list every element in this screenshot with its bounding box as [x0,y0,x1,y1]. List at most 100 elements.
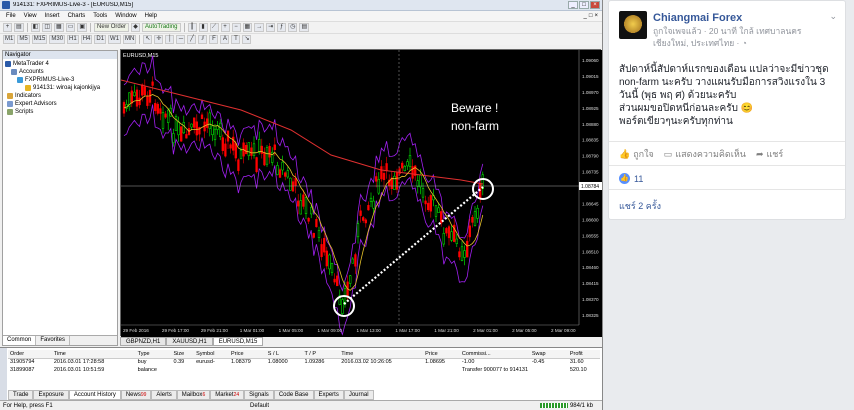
like-count[interactable]: 👍 11 [619,173,643,184]
table-header[interactable]: Time [339,350,424,359]
table-header[interactable]: Time [51,350,136,359]
nav-account[interactable]: 914131: wiroaj kajonkijya [5,84,115,92]
text-icon[interactable]: A [220,35,230,44]
terminal-tab[interactable]: Code Base [273,390,314,400]
trendline-icon[interactable]: ╱ [187,35,197,44]
chart-tab-gbpnzd[interactable]: GBPNZD,H1 [120,337,167,346]
chart-area[interactable]: EURUSD,M15 Beware ! non-farm 1.09060 1.09… [120,49,602,337]
horizontal-line-icon[interactable]: ─ [176,35,186,44]
nav-scripts[interactable]: Scripts [5,108,115,116]
terminal-tab[interactable]: Account History [68,390,121,400]
tile-icon[interactable]: ▦ [242,23,253,32]
table-header[interactable]: S / L [265,350,303,359]
menu-window[interactable]: Window [111,13,140,19]
menu-view[interactable]: View [20,13,41,19]
terminal-tab[interactable]: Signals [244,390,274,400]
timeframe-m5[interactable]: M5 [17,35,30,44]
post-meta-line2[interactable]: เชียงใหม่, ประเทศไทย · [653,38,742,48]
like-button[interactable]: 👍 ถูกใจ [619,147,654,161]
maximize-button[interactable]: □ [579,1,589,9]
price-chart[interactable]: EURUSD,M15 Beware ! non-farm 1.09060 1.09… [121,50,602,337]
table-header[interactable]: Price [228,350,266,359]
timeframe-mn[interactable]: MN [123,35,137,44]
nav-experts[interactable]: Expert Advisors [5,100,115,108]
new-chart-icon[interactable]: + [3,23,12,32]
nav-root[interactable]: MetaTrader 4 [5,60,115,68]
table-header[interactable]: T / P [302,350,340,359]
table-header[interactable]: Commissi... [459,350,530,359]
timeframe-h4[interactable]: H4 [80,35,93,44]
terminal-tab[interactable]: News99 [120,390,152,400]
terminal-tab[interactable]: Exposure [33,390,69,400]
table-header[interactable]: Price [423,350,460,359]
table-header[interactable]: Order [8,350,52,359]
terminal-tab[interactable]: Journal [343,390,374,400]
table-header[interactable]: Type [135,350,172,359]
table-header[interactable]: Profit [567,350,600,359]
fibonacci-icon[interactable]: F [209,35,219,44]
timeframe-d1[interactable]: D1 [94,35,107,44]
timeframe-w1[interactable]: W1 [108,35,122,44]
candle-chart-icon[interactable]: ▮ [198,23,208,32]
zoom-in-icon[interactable]: + [220,23,230,32]
cursor-icon[interactable]: ↖ [143,35,153,44]
nav-indicators[interactable]: Indicators [5,92,115,100]
terminal-tab[interactable]: Market24 [210,390,245,400]
terminal-icon[interactable]: ▭ [65,23,76,32]
menu-file[interactable]: File [2,13,20,19]
table-header[interactable]: Symbol [194,350,229,359]
new-order-button[interactable]: New Order [94,23,130,32]
minimize-button[interactable]: _ [568,1,578,9]
vertical-line-icon[interactable]: │ [165,35,175,44]
page-name[interactable]: Chiangmai Forex [653,11,802,25]
templates-icon[interactable]: ▤ [299,23,310,32]
nav-tab-favorites[interactable]: Favorites [36,336,71,345]
market-watch-icon[interactable]: ◧ [30,23,41,32]
timeframe-h1[interactable]: H1 [67,35,79,44]
profiles-icon[interactable]: ▤ [14,23,24,32]
equidistant-channel-icon[interactable]: ⫽ [198,35,208,44]
nav-server[interactable]: FXPRIMUS-Live-3 [5,76,115,84]
terminal-tab[interactable]: Mailbox6 [176,390,211,400]
autotrading-button[interactable]: AutoTrading [142,23,181,32]
timeframe-m30[interactable]: M30 [49,35,66,44]
chart-tab-eurusd[interactable]: EURUSD,M15 [212,337,264,346]
autoscroll-icon[interactable]: → [254,23,265,32]
periods-icon[interactable]: ◷ [288,23,298,32]
terminal-tab[interactable]: Trade [8,390,34,400]
share-button[interactable]: ➦ แชร์ [756,147,783,161]
timeframe-m1[interactable]: M1 [3,35,16,44]
menu-insert[interactable]: Insert [41,13,64,19]
table-header[interactable]: Swap [529,350,568,359]
terminal-tab[interactable]: Alerts [151,390,177,400]
terminal-tab[interactable]: Experts [313,390,344,400]
timeframe-m15[interactable]: M15 [31,35,48,44]
table-row[interactable]: 31899087 2016.03.01 10:51:59 balance Transf… [8,366,600,374]
menu-tools[interactable]: Tools [89,13,111,19]
chart-close-button[interactable]: × [594,13,598,19]
indicators-icon[interactable]: ƒ [277,23,287,32]
chart-restore-button[interactable]: □ [589,13,593,19]
data-window-icon[interactable]: ◫ [42,23,53,32]
share-count[interactable]: แชร์ 2 ครั้ง [619,199,661,213]
menu-charts[interactable]: Charts [64,13,90,19]
navigator-icon[interactable]: ▦ [54,23,64,32]
table-header[interactable]: Size [171,350,195,359]
line-chart-icon[interactable]: ⟋ [209,23,219,32]
page-avatar[interactable] [619,11,647,39]
table-row[interactable]: 31905794 2016.03.01 17:28:58 buy 0.39 eurusd… [8,358,600,366]
close-button[interactable]: × [590,1,600,9]
comment-button[interactable]: ▭ แสดงความคิดเห็น [664,147,746,161]
crosshair-icon[interactable]: ✛ [154,35,164,44]
post-meta-line1[interactable]: ถูกใจเพจแล้ว · 20 นาที ใกล้ เทศบาลนคร [653,25,802,37]
tester-icon[interactable]: ▣ [77,23,88,32]
arrows-icon[interactable]: ↘ [242,35,252,44]
metaeditor-icon[interactable]: ◆ [131,23,141,32]
chart-minimize-button[interactable]: _ [584,13,587,19]
chart-shift-icon[interactable]: ⇥ [266,23,276,32]
nav-tab-common[interactable]: Common [3,336,37,345]
text-label-icon[interactable]: T [231,35,241,44]
bar-chart-icon[interactable]: ┃ [187,23,197,32]
chart-tab-xauusd[interactable]: XAUUSD,H1 [166,337,213,346]
nav-accounts[interactable]: Accounts [5,68,115,76]
